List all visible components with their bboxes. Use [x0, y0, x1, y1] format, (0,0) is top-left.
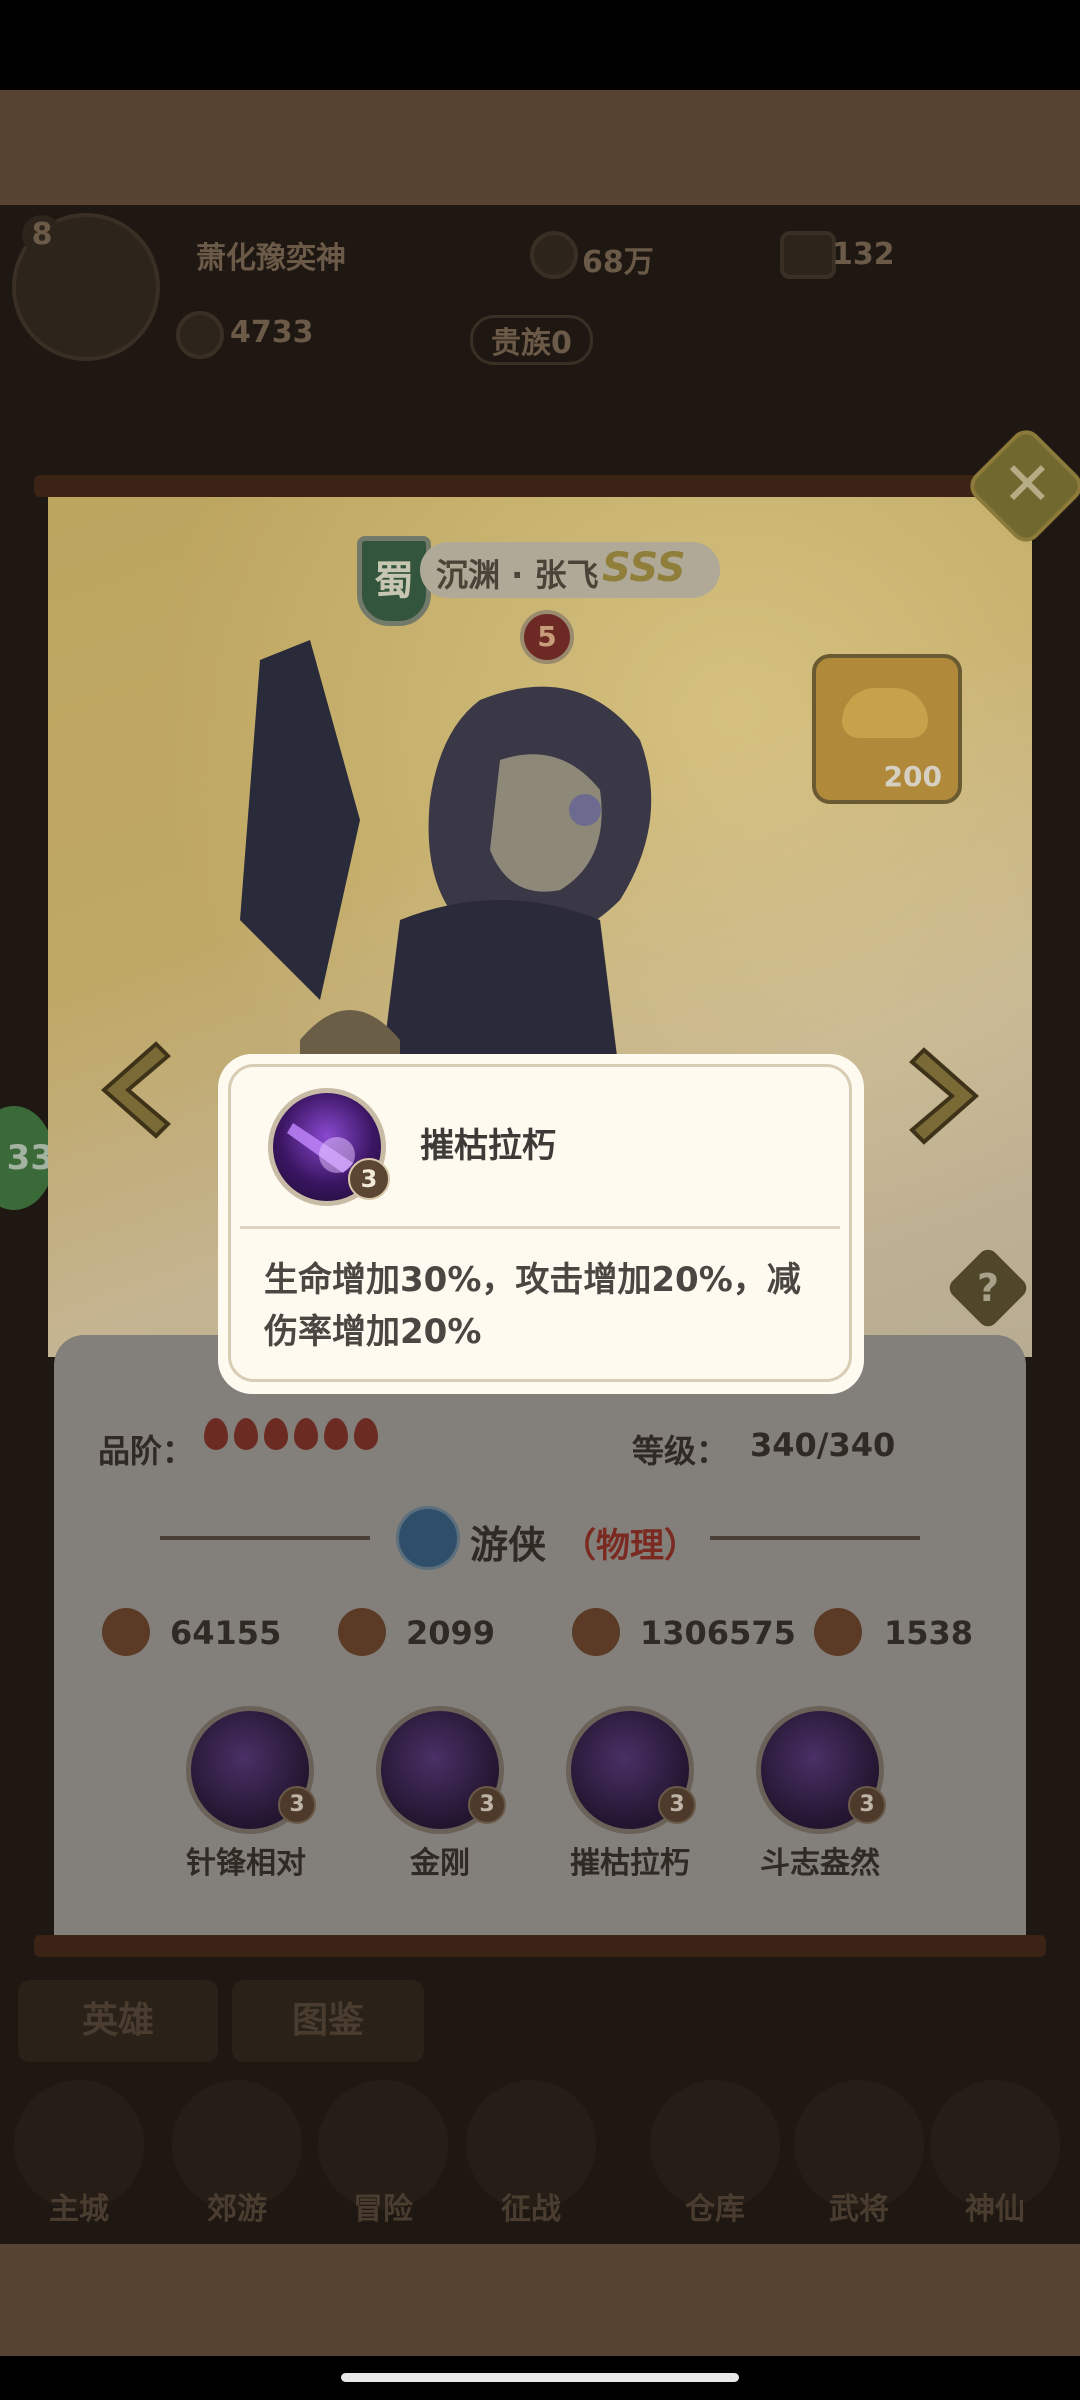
menu-adventure-label: 冒险	[353, 2192, 413, 2227]
player-level: 8	[22, 215, 62, 255]
menu-warehouse-label: 仓库	[685, 2192, 745, 2227]
popup-skill-level: 3	[348, 1158, 390, 1200]
reward-count: 200	[883, 760, 942, 793]
attack-icon	[102, 1608, 150, 1656]
popup-skill-description: 生命增加30%，攻击增加20%，减伤率增加20%	[264, 1260, 801, 1352]
hero-name: 沉渊 · 张飞	[436, 556, 599, 594]
class-divider-left	[160, 1536, 370, 1540]
grade-pip-icon	[324, 1418, 348, 1450]
grade-pips	[204, 1418, 384, 1454]
grade-label: 品阶：	[98, 1432, 195, 1470]
speed-value: 1538	[884, 1614, 974, 1652]
panel-top-frame	[34, 475, 1046, 497]
skill-level-2: 3	[468, 1786, 506, 1824]
menu-immortals-label: 神仙	[965, 2192, 1025, 2227]
gold-value: 132	[832, 237, 895, 272]
skill-name-4: 斗志盎然	[760, 1846, 880, 1881]
prev-hero-arrow-icon[interactable]	[92, 1038, 172, 1142]
hp-value: 1306575	[640, 1614, 796, 1652]
tab-handbook[interactable]: 图鉴	[232, 1980, 424, 2062]
skill-name-3: 摧枯拉朽	[570, 1846, 690, 1881]
defense-value: 2099	[406, 1614, 496, 1652]
vip-badge[interactable]: 贵族0	[470, 315, 593, 365]
menu-outing-label: 郊游	[207, 2192, 267, 2227]
status-bar	[0, 0, 1080, 90]
grade-pip-icon	[234, 1418, 258, 1450]
bottom-letterbox	[0, 2244, 1080, 2356]
popup-divider	[240, 1226, 840, 1229]
food-value: 4733	[230, 315, 314, 350]
speed-icon	[814, 1608, 862, 1656]
top-letterbox	[0, 90, 1080, 205]
food-icon	[176, 311, 224, 359]
tab-heroes[interactable]: 英雄	[18, 1980, 218, 2062]
class-name: 游侠	[470, 1523, 547, 1567]
next-hero-arrow-icon[interactable]	[908, 1044, 988, 1148]
level-label: 等级：	[632, 1432, 729, 1470]
skill-name-1: 针锋相对	[186, 1846, 306, 1881]
star-level-badge: 5	[520, 610, 574, 664]
menu-campaign-label: 征战	[501, 2192, 561, 2227]
attack-value: 64155	[170, 1614, 282, 1652]
menu-main-city-label: 主城	[49, 2192, 109, 2227]
skill-level-1: 3	[278, 1786, 316, 1824]
home-indicator[interactable]	[341, 2373, 739, 2382]
player-hud: 8 萧化豫奕神 68万 132 4733 贵族0	[0, 205, 1080, 365]
gold-ingot-icon	[842, 688, 928, 738]
class-divider-right	[710, 1536, 920, 1540]
grade-pip-icon	[294, 1418, 318, 1450]
question-icon: ?	[976, 1266, 1000, 1310]
class-damage-type: （物理）	[562, 1526, 698, 1566]
grade-pip-icon	[264, 1418, 288, 1450]
skill-level-4: 3	[848, 1786, 886, 1824]
power-icon	[530, 231, 578, 279]
gold-icon	[780, 231, 836, 279]
skill-level-3: 3	[658, 1786, 696, 1824]
ranger-class-icon	[396, 1506, 460, 1570]
defense-icon	[338, 1608, 386, 1656]
hero-rank: SSS	[602, 545, 686, 591]
grade-pip-icon	[354, 1418, 378, 1450]
panel-bottom-frame	[34, 1935, 1046, 1957]
grade-pip-icon	[204, 1418, 228, 1450]
hp-heart-icon	[572, 1608, 620, 1656]
player-name: 萧化豫奕神	[196, 241, 346, 276]
skill-name-2: 金刚	[410, 1846, 470, 1881]
close-icon: ✕	[1002, 449, 1053, 520]
faction-badge: 蜀	[357, 536, 431, 626]
help-button[interactable]: ?	[945, 1245, 1031, 1331]
hero-figure	[240, 640, 652, 1080]
level-value: 340/340	[750, 1426, 896, 1464]
menu-generals-label: 武将	[829, 2192, 889, 2227]
popup-skill-name: 摧枯拉朽	[420, 1126, 556, 1166]
power-value: 68万	[582, 245, 654, 280]
